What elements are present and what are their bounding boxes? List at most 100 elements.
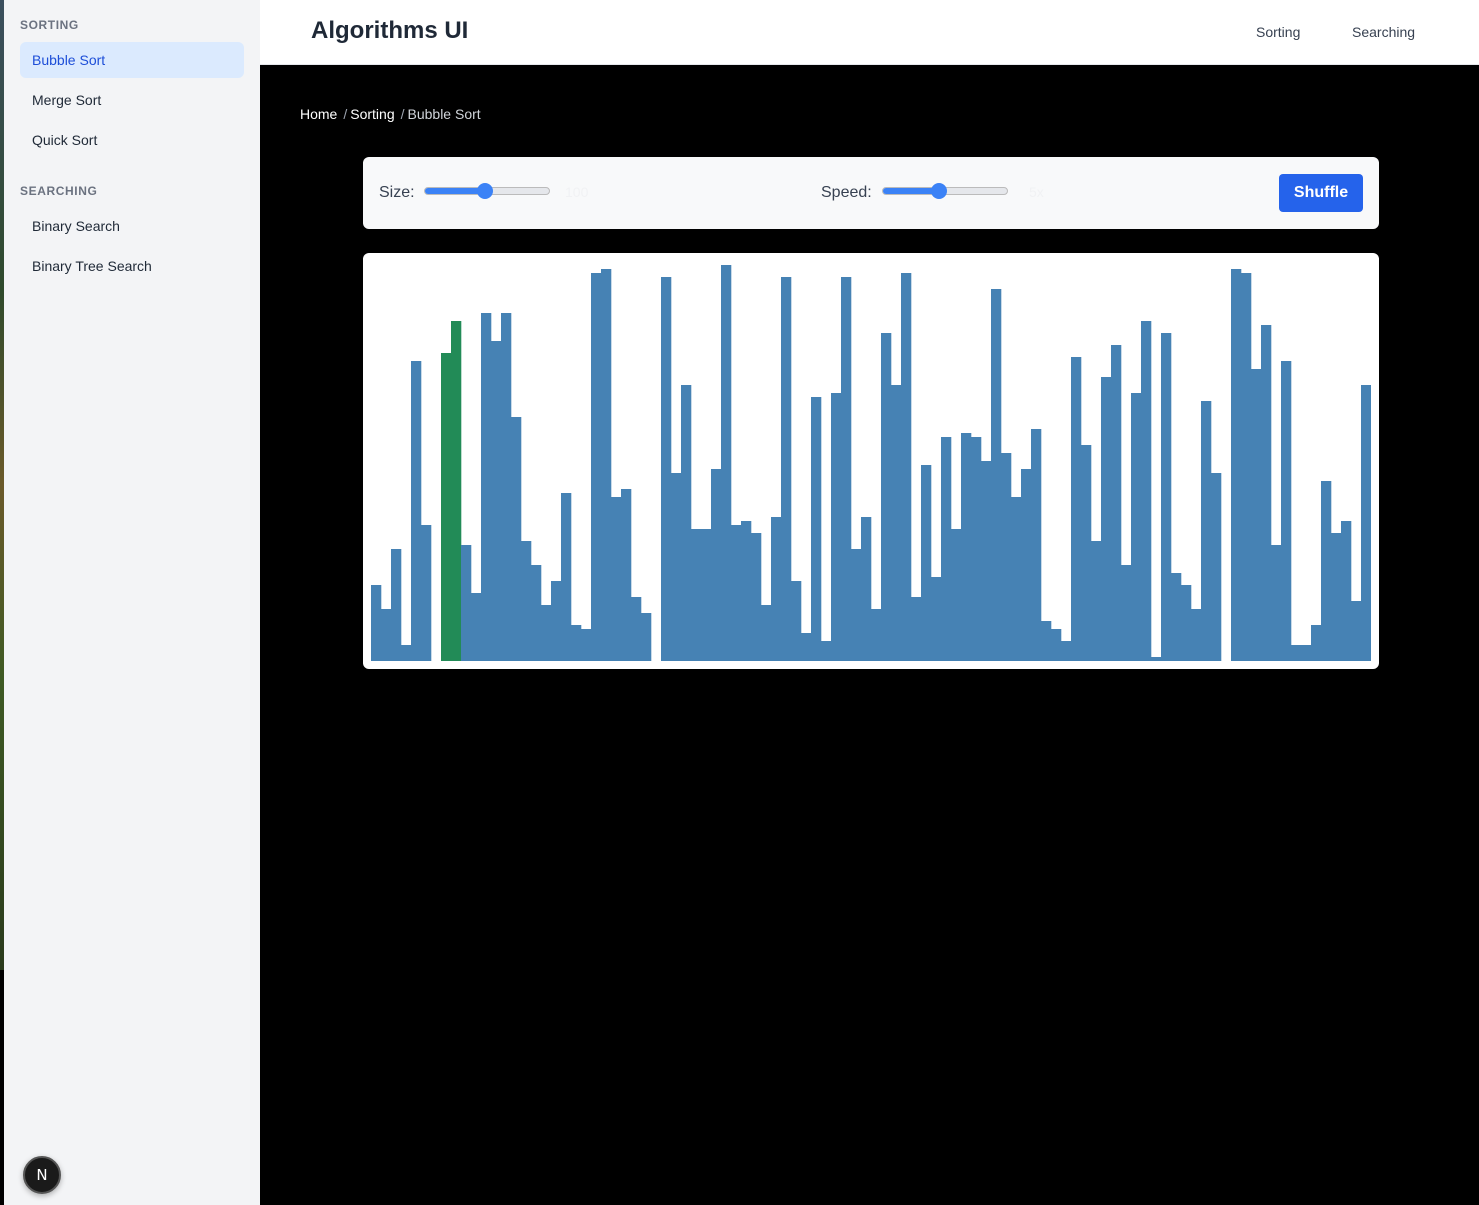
bar xyxy=(781,277,792,661)
bar xyxy=(561,493,572,661)
bar xyxy=(931,577,942,661)
bar xyxy=(421,525,432,661)
bar xyxy=(661,277,672,661)
bar xyxy=(1161,333,1172,661)
bar xyxy=(881,333,892,661)
bar xyxy=(771,517,782,661)
top-bar: Algorithms UI Sorting Searching xyxy=(260,0,1479,65)
bar xyxy=(911,597,922,661)
bar xyxy=(1211,473,1222,661)
speed-slider[interactable] xyxy=(882,183,1008,199)
bar xyxy=(1081,445,1092,661)
bar xyxy=(411,361,422,661)
speed-slider-thumb[interactable] xyxy=(930,183,947,199)
bar xyxy=(581,629,592,661)
bar xyxy=(401,645,412,661)
bar xyxy=(991,289,1002,661)
bar xyxy=(511,417,522,661)
bar xyxy=(531,565,542,661)
sidebar-item-binary-search[interactable]: Binary Search xyxy=(20,208,244,244)
bar xyxy=(1091,541,1102,661)
bar xyxy=(1071,357,1082,661)
bar xyxy=(371,585,382,661)
bar xyxy=(1251,369,1262,661)
bar xyxy=(641,613,652,661)
bar xyxy=(1111,345,1122,661)
bar-active xyxy=(451,321,462,661)
bar xyxy=(1051,629,1062,661)
bar xyxy=(471,593,482,661)
nav-sorting[interactable]: Sorting xyxy=(1256,24,1300,40)
bar xyxy=(1101,377,1112,661)
bar xyxy=(941,437,952,661)
sidebar-item-bubble-sort[interactable]: Bubble Sort xyxy=(20,42,244,78)
size-slider[interactable] xyxy=(424,183,550,199)
bar xyxy=(491,341,502,661)
breadcrumb-sorting[interactable]: Sorting xyxy=(350,106,394,122)
bar xyxy=(751,533,762,661)
bar xyxy=(711,469,722,661)
bar xyxy=(851,549,862,661)
bar xyxy=(761,605,772,661)
bar-active xyxy=(441,353,452,661)
bar xyxy=(1021,469,1032,661)
app-title: Algorithms UI xyxy=(311,17,469,44)
breadcrumb-separator: / xyxy=(400,106,405,122)
nav-searching[interactable]: Searching xyxy=(1352,24,1415,40)
bar xyxy=(1181,585,1192,661)
bar xyxy=(1291,645,1302,661)
bar xyxy=(701,529,712,661)
next-dev-indicator-icon[interactable]: N xyxy=(23,1156,61,1194)
breadcrumb-home[interactable]: Home xyxy=(300,106,337,122)
bar xyxy=(671,473,682,661)
bar xyxy=(891,385,902,661)
bar xyxy=(1261,325,1272,661)
bar xyxy=(1231,269,1242,661)
bar xyxy=(591,273,602,661)
bar xyxy=(1321,481,1332,661)
bar xyxy=(551,581,562,661)
bar xyxy=(1171,573,1182,661)
bar xyxy=(871,609,882,661)
sidebar-item-binary-tree-search[interactable]: Binary Tree Search xyxy=(20,248,244,284)
bar xyxy=(461,545,472,661)
bar xyxy=(601,269,612,661)
bar xyxy=(541,605,552,661)
sidebar-item-merge-sort[interactable]: Merge Sort xyxy=(20,82,244,118)
bar xyxy=(951,529,962,661)
breadcrumb: Home / Sorting / Bubble Sort xyxy=(300,106,487,122)
size-slider-thumb[interactable] xyxy=(476,183,493,199)
shuffle-button[interactable]: Shuffle xyxy=(1279,174,1363,212)
bar xyxy=(631,597,642,661)
bar xyxy=(801,633,812,661)
bar xyxy=(1151,657,1162,661)
bar xyxy=(1201,401,1212,661)
bar-visualization-card xyxy=(363,253,1379,669)
bar xyxy=(831,393,842,661)
bar xyxy=(1331,533,1342,661)
speed-value: 5x xyxy=(1029,184,1044,200)
sidebar-section-sorting: SORTING xyxy=(20,18,79,32)
bar xyxy=(571,625,582,661)
size-label: Size: xyxy=(379,184,415,201)
bar xyxy=(381,609,392,661)
sidebar-item-quick-sort[interactable]: Quick Sort xyxy=(20,122,244,158)
bar xyxy=(1001,453,1012,661)
bar xyxy=(811,397,822,661)
bar xyxy=(521,541,532,661)
bar xyxy=(1141,321,1152,661)
bar xyxy=(721,265,732,661)
bar xyxy=(1311,625,1322,661)
bar xyxy=(1131,393,1142,661)
bar xyxy=(791,581,802,661)
bar xyxy=(971,437,982,661)
bar xyxy=(821,641,832,661)
bar xyxy=(1361,385,1371,661)
bar xyxy=(481,313,492,661)
speed-label: Speed: xyxy=(821,184,872,201)
bar xyxy=(1011,497,1022,661)
bar xyxy=(1301,645,1312,661)
bar xyxy=(691,529,702,661)
bar xyxy=(1351,601,1362,661)
bar xyxy=(1341,521,1352,661)
